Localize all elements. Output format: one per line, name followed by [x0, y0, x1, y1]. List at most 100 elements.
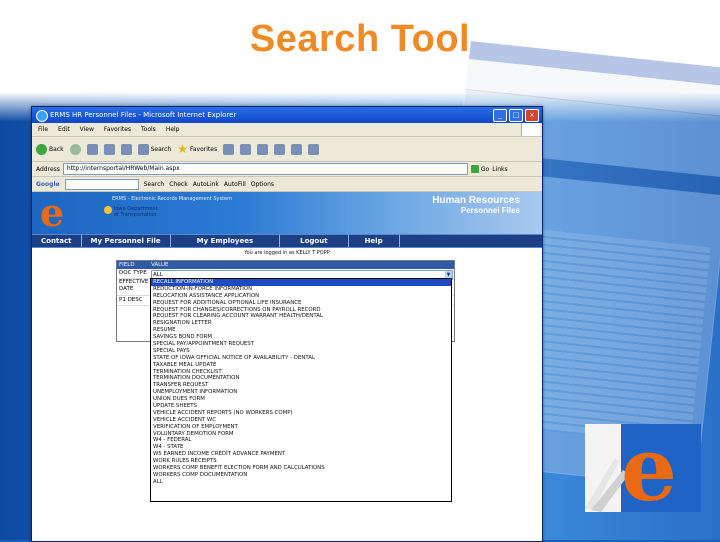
stop-icon[interactable]	[86, 143, 98, 155]
browser-title-bar: ERMS HR Personnel Files - Microsoft Inte…	[32, 107, 542, 123]
favorites-label: Favorites	[189, 145, 218, 153]
dropdown-option[interactable]: TERMINATION DOCUMENTATION	[151, 375, 451, 382]
dropdown-option[interactable]: RESIGNATION LETTER	[151, 320, 451, 327]
dropdown-option[interactable]: REDUCTION-IN-FORCE INFORMATION	[151, 286, 451, 293]
ie-logo-icon	[36, 110, 48, 122]
dropdown-option[interactable]: SPECIAL PAY/APPOINTMENT REQUEST	[151, 341, 451, 348]
minimize-button[interactable]: _	[493, 109, 507, 122]
links-label[interactable]: Links	[492, 166, 507, 173]
google-brand: Google	[36, 180, 60, 188]
search-button[interactable]: Search	[137, 143, 172, 155]
site-logo-subtitle: ERMS - Electronic Records Management Sys…	[112, 196, 232, 202]
dropdown-option[interactable]: UNEMPLOYMENT INFORMATION	[151, 389, 451, 396]
dept-name: Iowa Department of Transportation	[114, 206, 158, 218]
dropdown-option[interactable]: UPDATE SHEETS	[151, 403, 451, 410]
dropdown-option[interactable]: VOLUNTARY DEMOTION FORM	[151, 431, 451, 438]
nav-contact[interactable]: Contact	[32, 235, 82, 247]
address-input[interactable]: http://internsportal/HRWeb/Main.aspx	[62, 163, 468, 175]
svg-text:e: e	[621, 418, 677, 514]
dropdown-option[interactable]: RELOCATION ASSISTANCE APPLICATION	[151, 293, 451, 300]
hr-banner: e ERMS - Electronic Records Management S…	[32, 192, 542, 234]
search-label: Search	[150, 145, 172, 153]
history-icon[interactable]	[223, 143, 235, 155]
messenger-icon[interactable]	[308, 143, 320, 155]
e-logo-icon: e	[585, 418, 701, 514]
menu-file[interactable]: File	[38, 123, 48, 136]
dropdown-option[interactable]: TAXABLE MEAL UPDATE	[151, 362, 451, 369]
refresh-icon[interactable]	[103, 143, 115, 155]
header-title: Human Resources	[432, 195, 520, 206]
dropdown-option[interactable]: W4 - STATE	[151, 444, 451, 451]
menu-view[interactable]: View	[80, 123, 94, 136]
mail-icon[interactable]	[240, 143, 252, 155]
menu-favorites[interactable]: Favorites	[104, 123, 131, 136]
google-search-button[interactable]: Search	[144, 181, 165, 188]
maximize-button[interactable]: □	[509, 109, 523, 122]
forward-button[interactable]	[69, 143, 81, 155]
address-bar: Address http://internsportal/HRWeb/Main.…	[32, 162, 542, 177]
search-panel-header: FIELD VALUE	[117, 261, 454, 269]
search-icon	[137, 143, 149, 155]
star-icon: ★	[177, 141, 188, 156]
doc-type-label: DOC TYPE	[119, 270, 147, 276]
windows-flag-icon	[521, 123, 540, 136]
google-options-button[interactable]: Options	[251, 181, 274, 188]
back-button[interactable]: Back	[36, 143, 64, 155]
back-label: Back	[49, 145, 64, 153]
google-toolbar: Google Search Check AutoLink AutoFill Op…	[32, 177, 542, 192]
dropdown-option[interactable]: ALL	[151, 479, 451, 486]
dropdown-option[interactable]: REQUEST FOR ADDITIONAL OPTIONAL LIFE INS…	[151, 300, 451, 307]
close-button[interactable]: ×	[525, 109, 539, 122]
dot-seal-icon	[104, 206, 112, 214]
edit-icon[interactable]	[274, 143, 286, 155]
dropdown-option[interactable]: W5 EARNED INCOME CREDIT ADVANCE PAYMENT	[151, 451, 451, 458]
google-autofill-button[interactable]: AutoFill	[224, 181, 246, 188]
browser-window-title: ERMS HR Personnel Files - Microsoft Inte…	[50, 111, 237, 119]
dropdown-option[interactable]: STATE OF IOWA OFFICIAL NOTICE OF AVAILAB…	[151, 355, 451, 362]
dropdown-option[interactable]: VEHICLE ACCIDENT REPORTS (NO WORKERS COM…	[151, 410, 451, 417]
dropdown-option[interactable]: WORK RULES RECEIPTS	[151, 458, 451, 465]
dropdown-option[interactable]: REQUEST FOR CLEARING ACCOUNT WARRANT HEA…	[151, 313, 451, 320]
dropdown-option[interactable]: VERIFICATION OF EMPLOYMENT	[151, 424, 451, 431]
browser-toolbar: Back Search ★ Favorites	[32, 137, 542, 162]
dropdown-option[interactable]: SPECIAL PAYS	[151, 348, 451, 355]
menu-help[interactable]: Help	[166, 123, 180, 136]
dropdown-option[interactable]: TERMINATION CHECKLIST	[151, 369, 451, 376]
logged-in-text: You are logged in as KELLY T POPP	[244, 250, 330, 256]
menu-tools[interactable]: Tools	[141, 123, 156, 136]
site-navbar: Contact My Personnel File My Employees L…	[32, 234, 542, 248]
effective-date-label: EFFECTIVE DATE	[119, 279, 149, 292]
p1-desc-label: P1 DESC	[119, 297, 143, 303]
nav-my-personnel-file[interactable]: My Personnel File	[82, 235, 171, 247]
forward-arrow-icon	[69, 143, 81, 155]
favorites-button[interactable]: ★ Favorites	[177, 141, 218, 156]
dropdown-option[interactable]: REQUEST FOR CHANGES/CORRECTIONS ON PAYRO…	[151, 307, 451, 314]
dropdown-option[interactable]: VEHICLE ACCIDENT WC	[151, 417, 451, 424]
doc-type-dropdown-list[interactable]: RECALL INFORMATION REDUCTION-IN-FORCE INF…	[150, 278, 452, 502]
menu-edit[interactable]: Edit	[58, 123, 70, 136]
nav-logout[interactable]: Logout	[280, 235, 349, 247]
dropdown-option[interactable]: RECALL INFORMATION	[151, 279, 451, 286]
go-label: Go	[480, 165, 490, 173]
value-column-header: VALUE	[151, 262, 169, 268]
go-button[interactable]: Go	[470, 165, 490, 173]
nav-my-employees[interactable]: My Employees	[171, 235, 281, 247]
browser-window: ERMS HR Personnel Files - Microsoft Inte…	[31, 106, 543, 542]
site-logo: e	[40, 192, 65, 234]
dropdown-option[interactable]: WORKERS COMP BENEFIT ELECTION FORM AND C…	[151, 465, 451, 472]
discuss-icon[interactable]	[291, 143, 303, 155]
header-subtitle: Personnel Files	[460, 206, 520, 215]
print-icon[interactable]	[257, 143, 269, 155]
dropdown-option[interactable]: UNION DUES FORM	[151, 396, 451, 403]
dropdown-option[interactable]: WORKERS COMP DOCUMENTATION	[151, 472, 451, 479]
dropdown-option[interactable]: W4 - FEDERAL	[151, 437, 451, 444]
google-search-input[interactable]	[64, 178, 139, 190]
nav-help[interactable]: Help	[349, 235, 400, 247]
dropdown-option[interactable]: SAVINGS BOND FORM	[151, 334, 451, 341]
dropdown-option[interactable]: RESUME	[151, 327, 451, 334]
home-icon[interactable]	[120, 143, 132, 155]
browser-menu-bar: File Edit View Favorites Tools Help	[32, 123, 542, 137]
google-check-button[interactable]: Check	[169, 181, 187, 188]
dropdown-option[interactable]: TRANSFER REQUEST	[151, 382, 451, 389]
google-autolink-button[interactable]: AutoLink	[193, 181, 219, 188]
